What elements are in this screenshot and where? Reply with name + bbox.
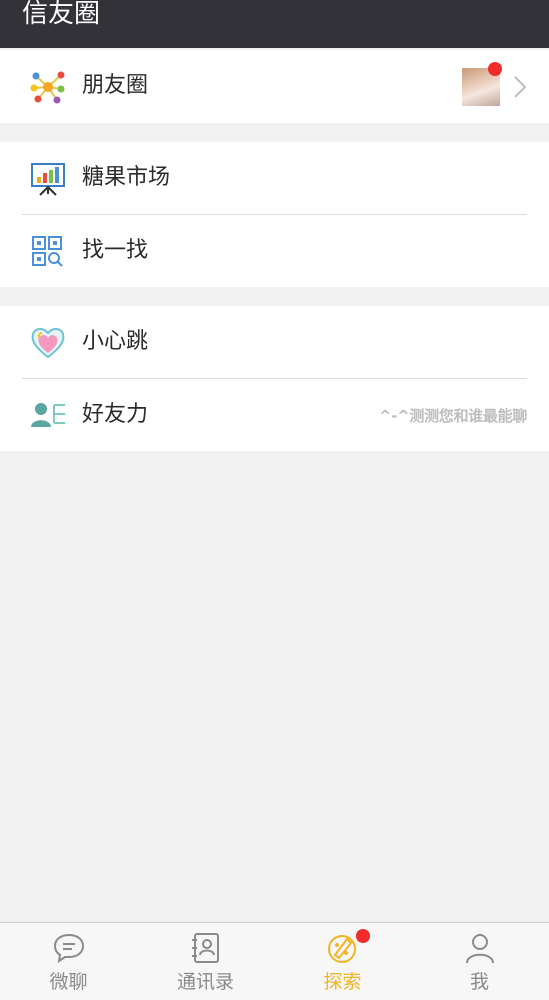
new-indicator-dot (488, 62, 502, 76)
friend-list-icon (30, 399, 66, 433)
candy-market-row[interactable]: 糖果市场 (0, 142, 549, 215)
chat-bubble-icon (52, 931, 86, 965)
friend-power-row[interactable]: 好友力 ^-^测测您和谁最能聊 (0, 379, 549, 452)
heartbeat-label: 小心跳 (82, 329, 149, 354)
network-nodes-icon (30, 70, 66, 104)
heartbeat-row[interactable]: 小心跳 (0, 306, 549, 379)
page-title: 信友圈 (22, 0, 101, 29)
social-group: 小心跳 好友力 ^-^测测您和谁最能聊 (0, 306, 549, 451)
tab-label: 我 (469, 971, 489, 993)
presentation-chart-icon (30, 162, 66, 196)
discover-icon (326, 931, 360, 965)
tab-chat[interactable]: 微聊 (0, 923, 137, 1000)
find-label: 找一找 (82, 238, 149, 263)
chevron-right-icon (512, 74, 528, 100)
tab-me[interactable]: 我 (411, 923, 548, 1000)
friend-power-label: 好友力 (82, 402, 149, 427)
qr-scan-icon (30, 235, 66, 269)
candy-market-label: 糖果市场 (82, 165, 171, 190)
moments-latest-avatar (462, 62, 502, 106)
heart-icon (30, 326, 66, 360)
tab-discover[interactable]: 探索 (274, 923, 411, 1000)
market-group: 糖果市场 找一找 (0, 142, 549, 287)
moments-label: 朋友圈 (82, 73, 149, 98)
bottom-tab-bar: 微聊 通讯录 探索 我 (0, 922, 549, 1000)
app-header: 信友圈 (0, 0, 549, 48)
discover-badge-dot (356, 929, 370, 943)
find-row[interactable]: 找一找 (0, 215, 549, 288)
person-icon (463, 931, 497, 965)
tab-label: 微聊 (49, 971, 88, 993)
contacts-book-icon (189, 931, 223, 965)
tab-label: 通讯录 (176, 971, 234, 993)
friend-power-hint: ^-^测测您和谁最能聊 (378, 407, 527, 425)
tab-label: 探索 (323, 971, 362, 993)
tab-contacts[interactable]: 通讯录 (137, 923, 274, 1000)
